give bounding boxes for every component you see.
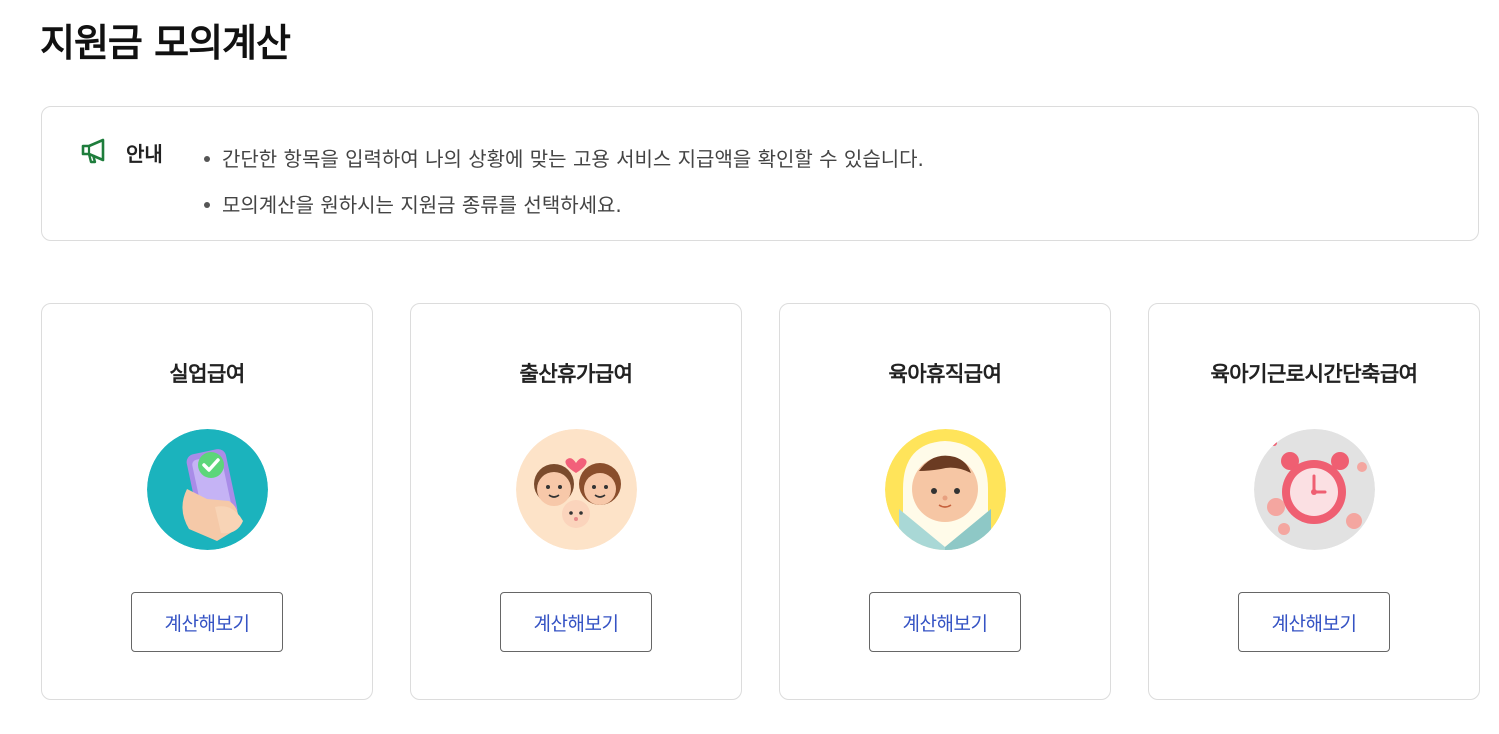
card-parental-leave-benefit: 육아휴직급여 계산해보기 [779,303,1111,700]
family-icon [516,429,637,550]
card-reduced-working-hours-benefit: 육아기근로시간단축급여 계산해보기 [1148,303,1480,700]
notice-list: 간단한 항목을 입력하여 나의 상황에 맞는 고용 서비스 지급액을 확인할 수… [202,136,924,228]
card-title: 출산휴가급여 [519,362,633,386]
card-unemployment-benefit: 실업급여 계산해보기 [41,303,373,700]
card-title: 실업급여 [169,362,245,386]
notice-item: 간단한 항목을 입력하여 나의 상황에 맞는 고용 서비스 지급액을 확인할 수… [202,136,924,182]
notice-box: 안내 간단한 항목을 입력하여 나의 상황에 맞는 고용 서비스 지급액을 확인… [41,106,1479,241]
page-title: 지원금 모의계산 [40,21,291,65]
notice-item: 모의계산을 원하시는 지원금 종류를 선택하세요. [202,182,924,228]
calculate-button[interactable]: 계산해보기 [1238,592,1390,652]
calculate-button[interactable]: 계산해보기 [131,592,283,652]
phone-check-icon [147,429,268,550]
card-maternity-leave-benefit: 출산휴가급여 계산해보기 [410,303,742,700]
alarm-clock-coins-icon [1254,429,1375,550]
card-title: 육아휴직급여 [888,362,1002,386]
card-title: 육아기근로시간단축급여 [1210,362,1418,386]
megaphone-icon [80,137,110,165]
calculate-button[interactable]: 계산해보기 [869,592,1021,652]
notice-label: 안내 [126,142,163,166]
calculate-button[interactable]: 계산해보기 [500,592,652,652]
baby-icon [885,429,1006,550]
